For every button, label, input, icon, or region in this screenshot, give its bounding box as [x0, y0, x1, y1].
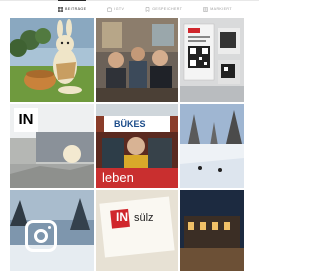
tab-label: GESPEICHERT: [152, 7, 183, 11]
easter-bunny-photo: [10, 18, 94, 102]
suelz-text: sülz: [134, 212, 154, 224]
in-logo-text: IN: [18, 111, 34, 128]
posts-grid: IN BÜKES leben IN sülz: [10, 18, 244, 271]
tab-markiert[interactable]: MARKIERT: [203, 1, 232, 17]
tab-gespeichert[interactable]: GESPEICHERT: [145, 1, 182, 17]
qr-display-photo: [180, 18, 244, 102]
instagram-logo-icon: [25, 220, 57, 252]
post-thumbnail-instagram-logo[interactable]: [10, 190, 94, 271]
leben-caption: leben: [102, 170, 134, 186]
igtv-icon: [107, 6, 113, 12]
tab-label: MARKIERT: [210, 7, 232, 11]
red-label-text: IN: [116, 210, 128, 224]
group-meeting-photo: [96, 18, 178, 102]
post-thumbnail-bueckes-shop[interactable]: BÜKES leben: [96, 104, 178, 188]
suelz-label: sülz: [134, 210, 154, 226]
winter-park-photo: [180, 104, 244, 188]
post-thumbnail-qr-display[interactable]: [180, 18, 244, 102]
caption-text: leben: [102, 170, 134, 185]
post-thumbnail-sunset-street[interactable]: IN: [10, 104, 94, 188]
tab-label: IGTV: [114, 7, 125, 11]
in-logo-sign: IN: [14, 108, 38, 132]
tab-label: BEITRÄGE: [65, 7, 87, 11]
in-suelz-card-photo: [96, 190, 178, 271]
post-thumbnail-winter-park[interactable]: [180, 104, 244, 188]
tab-igtv[interactable]: IGTV: [107, 1, 124, 17]
post-thumbnail-easter-bunny[interactable]: [10, 18, 94, 102]
tagged-icon: [203, 6, 209, 12]
shop-sign-text: BÜKES: [114, 119, 146, 129]
in-suelz-red-label: IN: [112, 208, 132, 226]
post-thumbnail-in-suelz-card[interactable]: IN sülz: [96, 190, 178, 271]
profile-tabs: BEITRÄGE IGTV GESPEICHERT MARKIERT: [0, 0, 259, 17]
tab-beitraege[interactable]: BEITRÄGE: [58, 0, 87, 17]
bookmark-icon: [145, 6, 150, 12]
post-thumbnail-night-square[interactable]: [180, 190, 244, 271]
bueckes-shop-sign: BÜKES: [114, 116, 146, 132]
grid-icon: [58, 6, 63, 12]
night-square-photo: [180, 190, 244, 271]
post-thumbnail-group-meeting[interactable]: [96, 18, 178, 102]
